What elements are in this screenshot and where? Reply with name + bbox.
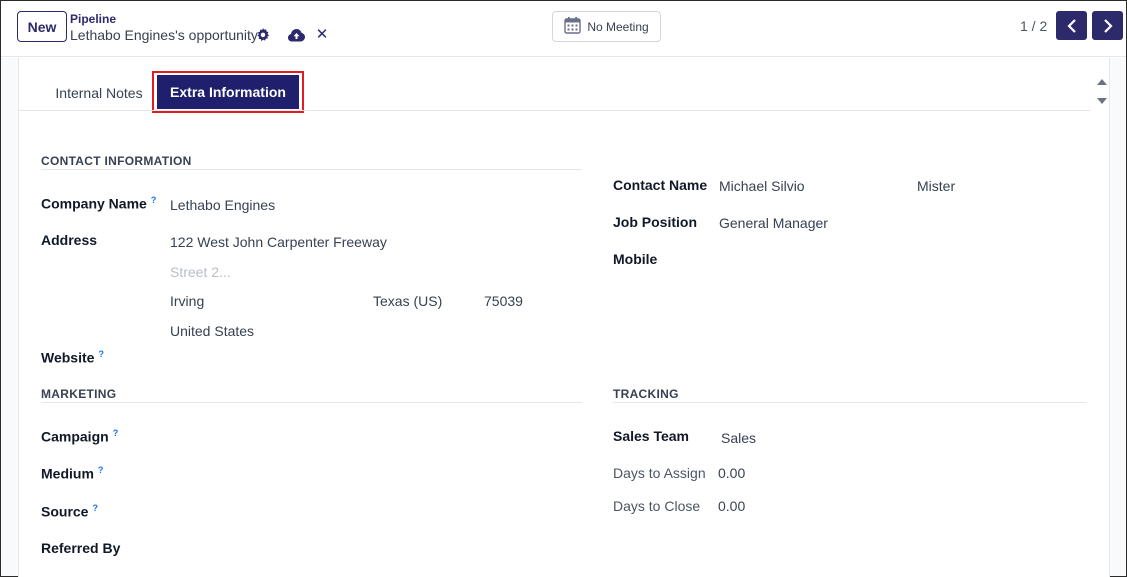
help-icon[interactable]: ? <box>92 503 98 513</box>
campaign-label: Campaign? <box>41 428 119 445</box>
scroll-down-arrow-icon[interactable] <box>1097 98 1107 104</box>
tab-internal-notes[interactable]: Internal Notes <box>50 81 148 105</box>
next-record-button[interactable] <box>1092 11 1123 40</box>
tabs-divider <box>19 110 1090 111</box>
contact-title-field[interactable]: Mister <box>917 178 955 194</box>
tab-extra-information[interactable]: Extra Information <box>152 71 304 113</box>
previous-record-button[interactable] <box>1056 11 1087 40</box>
address-label: Address <box>41 232 98 248</box>
referred-by-label: Referred By <box>41 540 121 556</box>
chevron-right-icon <box>1103 18 1113 33</box>
no-meeting-label: No Meeting <box>587 19 649 34</box>
control-panel: New Pipeline Lethabo Engines's opportuni… <box>1 1 1126 57</box>
breadcrumb-pipeline[interactable]: Pipeline <box>70 12 116 26</box>
contact-section-title: CONTACT INFORMATION <box>41 154 192 168</box>
street-field[interactable]: 122 West John Carpenter Freeway <box>170 234 387 250</box>
scroll-up-arrow-icon[interactable] <box>1097 79 1107 85</box>
medium-label: Medium? <box>41 465 104 482</box>
tracking-section-title: TRACKING <box>613 387 679 401</box>
new-button[interactable]: New <box>17 11 67 42</box>
marketing-separator <box>41 402 582 403</box>
tracking-separator <box>613 402 1087 403</box>
pager-value[interactable]: 1 / 2 <box>1020 18 1047 34</box>
save-cloud-icon[interactable] <box>288 27 305 43</box>
job-position-field[interactable]: General Manager <box>719 215 828 231</box>
company-name-label: Company Name? <box>41 195 157 212</box>
mobile-label: Mobile <box>613 251 658 267</box>
help-icon[interactable]: ? <box>98 465 104 475</box>
days-to-assign-value: 0.00 <box>718 465 746 481</box>
chevron-left-icon <box>1066 18 1076 33</box>
calendar-icon <box>564 16 582 37</box>
no-meeting-button[interactable]: No Meeting <box>552 11 661 42</box>
left-gutter <box>1 58 18 576</box>
city-field[interactable]: Irving <box>170 293 204 309</box>
street2-field[interactable]: Street 2... <box>170 264 231 280</box>
help-icon[interactable]: ? <box>151 195 157 205</box>
days-to-close-label: Days to Close <box>613 498 701 514</box>
days-to-assign-label: Days to Assign <box>613 465 706 481</box>
marketing-section-title: MARKETING <box>41 387 117 401</box>
gear-icon[interactable] <box>255 27 271 43</box>
days-to-close-value: 0.00 <box>718 498 746 514</box>
tab-extra-information-label: Extra Information <box>157 75 299 109</box>
state-field[interactable]: Texas (US) <box>373 293 442 309</box>
sales-team-field[interactable]: Sales <box>721 430 756 446</box>
website-label: Website? <box>41 349 104 366</box>
help-icon[interactable]: ? <box>98 349 104 359</box>
country-field[interactable]: United States <box>170 323 254 339</box>
discard-close-icon[interactable]: ✕ <box>315 27 329 43</box>
contact-separator <box>41 169 582 170</box>
contact-name-field[interactable]: Michael Silvio <box>719 178 805 194</box>
job-position-label: Job Position <box>613 214 697 230</box>
right-gutter <box>1110 58 1126 576</box>
sales-team-label: Sales Team <box>613 428 690 444</box>
record-title: Lethabo Engines's opportunity <box>70 27 258 43</box>
source-label: Source? <box>41 503 98 520</box>
form-sheet <box>18 58 1110 577</box>
zip-field[interactable]: 75039 <box>484 293 523 309</box>
contact-name-label: Contact Name <box>613 177 708 193</box>
company-name-field[interactable]: Lethabo Engines <box>170 197 275 213</box>
help-icon[interactable]: ? <box>113 428 119 438</box>
